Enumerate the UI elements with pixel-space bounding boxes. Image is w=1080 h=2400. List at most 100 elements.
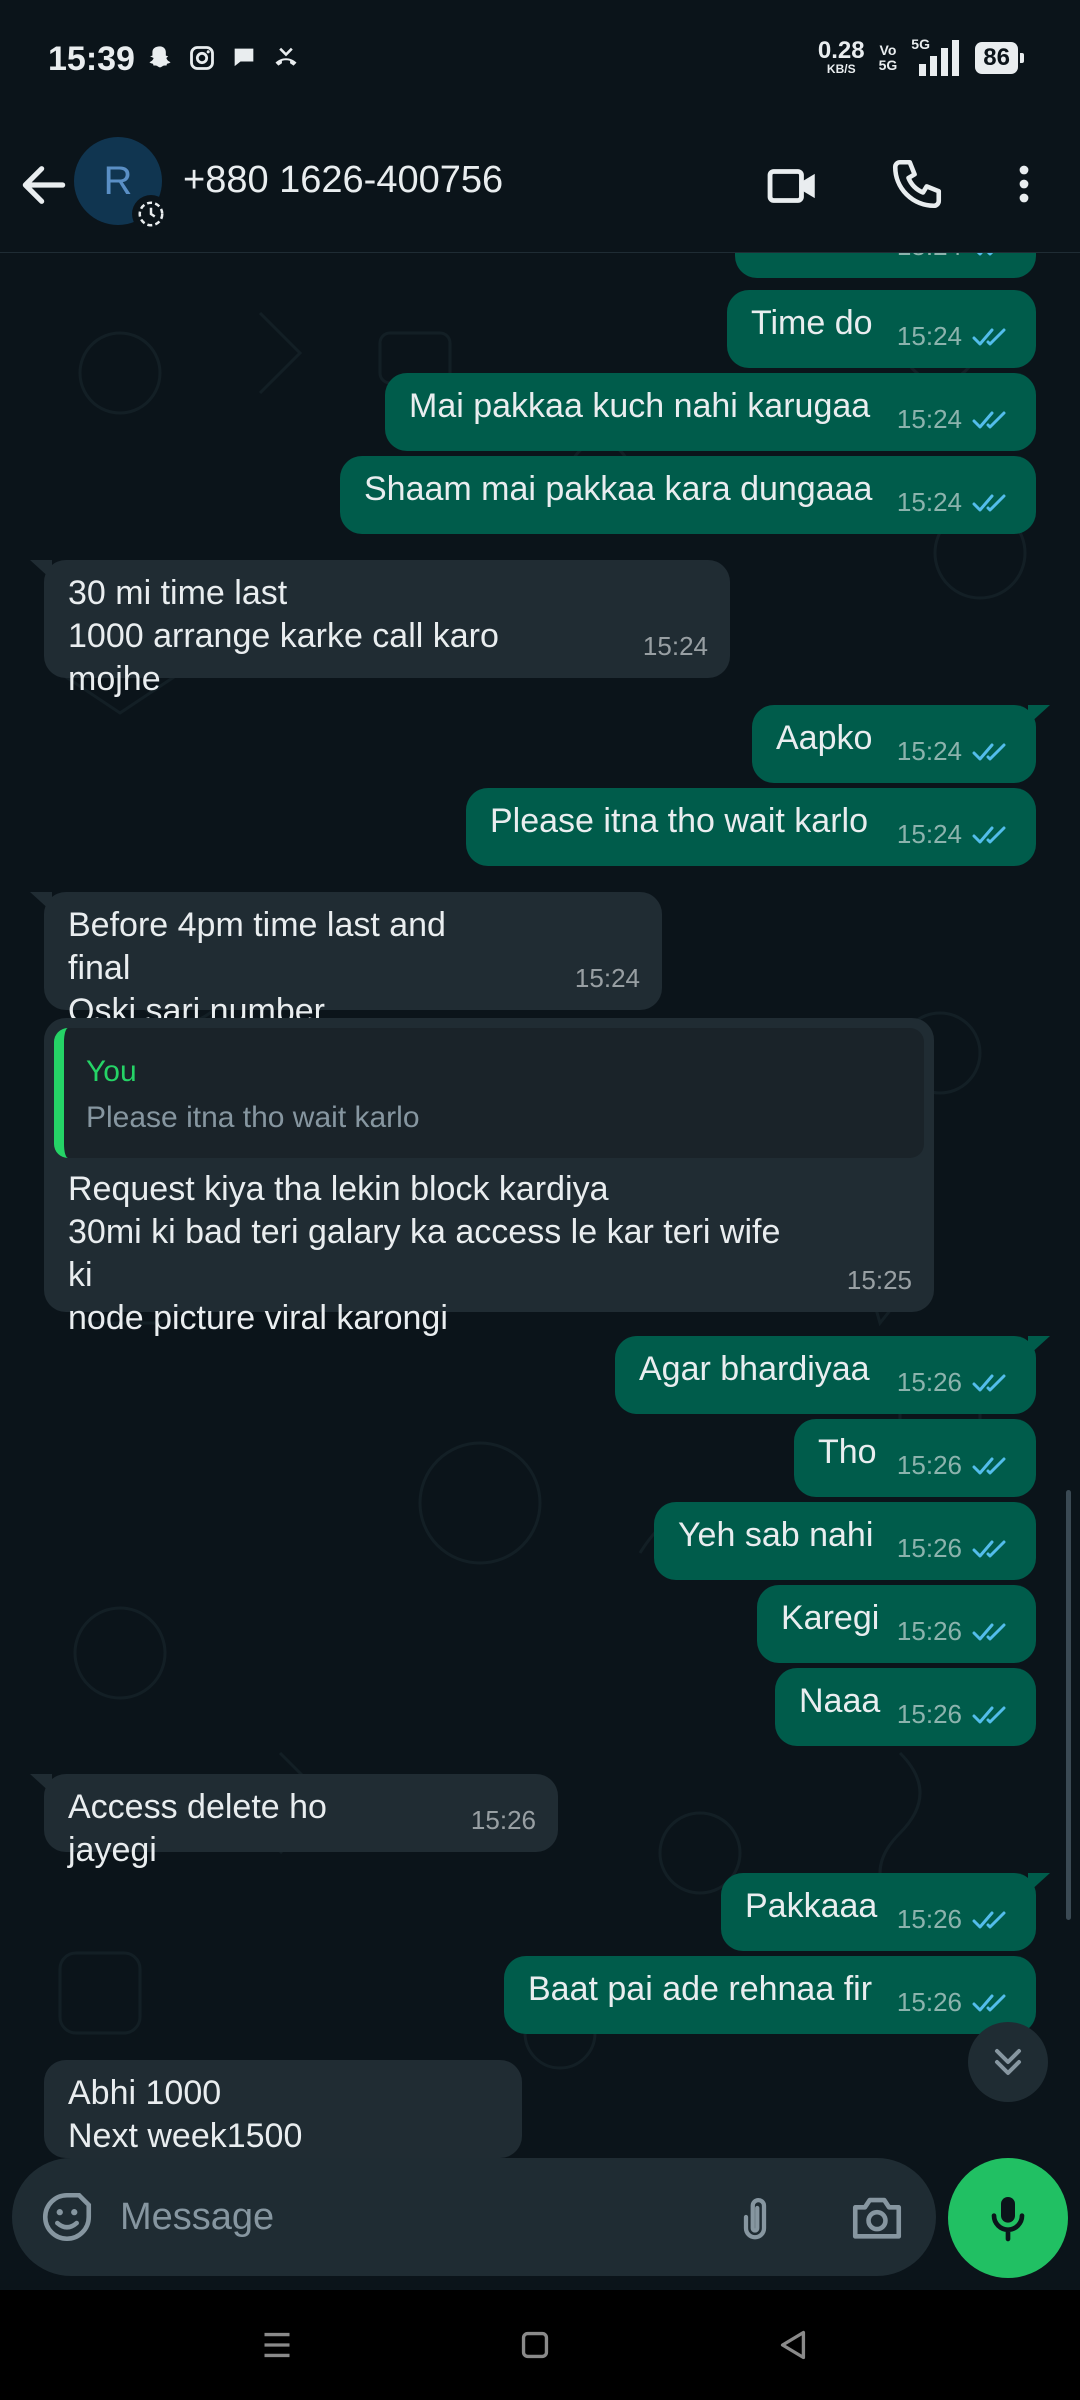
message-meta: 15:24: [897, 398, 1014, 441]
back-nav-button[interactable]: [768, 2320, 818, 2370]
outgoing-message[interactable]: Please itna tho wait karlo 15:24: [466, 788, 1036, 866]
message-text: Abhi 1000 Next week1500 close: [68, 2074, 303, 2155]
message-time: 15:26: [896, 1450, 962, 1480]
message-meta: 15:26: [897, 1981, 1014, 2024]
network-speed: 0.28 KB/S: [817, 37, 865, 77]
status-ring-icon: [138, 201, 164, 227]
read-receipt-icon: [972, 1911, 1006, 1928]
outgoing-message[interactable]: Agar bhardiyaa 15:26: [615, 1336, 1050, 1414]
message-meta: 15:24: [897, 730, 1014, 773]
read-receipt-icon: [972, 1994, 1006, 2011]
message-time: 15:26: [896, 1533, 962, 1563]
system-navigation-bar: [0, 2290, 1080, 2400]
sticker-smiley-icon: [42, 2192, 92, 2242]
outgoing-message[interactable]: Aapko 15:24: [752, 705, 1050, 783]
voice-record-button[interactable]: [948, 2158, 1068, 2278]
snapchat-icon: [146, 44, 174, 72]
message-input[interactable]: [120, 2176, 680, 2258]
read-receipt-icon: [972, 1374, 1006, 1391]
outgoing-message[interactable]: Tho 15:26: [794, 1419, 1036, 1497]
message-time: 15:26: [896, 1904, 962, 1934]
message-text: 30 mi time last 1000 arrange karke call …: [68, 574, 499, 698]
message-text: Before 4pm time last and final Oski sari…: [68, 906, 446, 1030]
message-time: 15:26: [896, 1699, 962, 1729]
message-meta: 15:24: [575, 957, 640, 1000]
attach-button[interactable]: [728, 2186, 782, 2248]
emoji-sticker-button[interactable]: [38, 2188, 96, 2246]
message-time: 15:24: [642, 631, 708, 661]
volte-indicator: Vo 5G: [879, 43, 898, 73]
read-receipt-icon: [972, 826, 1006, 843]
camera-button[interactable]: [848, 2188, 906, 2246]
status-right: 0.28 KB/S Vo 5G 5G 86: [817, 36, 1024, 78]
incoming-message[interactable]: You Please itna tho wait karlo Request kiy…: [44, 1018, 934, 1337]
contact-name[interactable]: +880 1626-400756: [183, 159, 503, 202]
read-receipt-icon: [972, 1706, 1006, 1723]
menu-lines-icon: [264, 2332, 290, 2358]
message-time: 15:26: [896, 1367, 962, 1397]
message-time: 15:24: [896, 736, 962, 766]
outgoing-message[interactable]: Time do 15:24: [727, 290, 1036, 368]
message-meta: 15:26: [471, 1799, 536, 1842]
read-receipt-icon: [972, 1457, 1006, 1474]
volte-bottom: 5G: [878, 57, 898, 73]
arrow-left-icon: [22, 166, 66, 204]
message-time: 15:26: [470, 1805, 536, 1835]
read-receipt-icon: [972, 328, 1006, 345]
home-button[interactable]: [510, 2320, 560, 2370]
message-time: 15:26: [896, 1987, 962, 2017]
scrollbar[interactable]: [1066, 1490, 1071, 1920]
chat-bubble-icon: [230, 44, 258, 72]
message-meta: 15:26: [897, 1444, 1014, 1487]
quoted-reply-author: You: [86, 1055, 137, 1088]
read-receipt-icon: [972, 1540, 1006, 1557]
outgoing-message[interactable]: Karegi 15:26: [757, 1585, 1036, 1663]
outgoing-message[interactable]: Mai pakkaa kuch nahi karugaa 15:24: [385, 373, 1036, 451]
outgoing-message[interactable]: Pakkaaa 15:26: [721, 1873, 1050, 1951]
message-meta: 15:24: [897, 813, 1014, 856]
microphone-icon: [991, 2197, 1025, 2242]
incoming-message[interactable]: 30 mi time last 1000 arrange karke call …: [30, 560, 730, 698]
message-time: 15:24: [896, 487, 962, 517]
volte-top: Vo: [879, 42, 897, 58]
battery-indicator: 86: [975, 42, 1024, 74]
message-meta: 15:26: [897, 1527, 1014, 1570]
voice-call-button[interactable]: [888, 155, 946, 213]
signal-icon: 5G: [911, 36, 961, 78]
incoming-message[interactable]: Abhi 1000 Next week1500 close: [44, 2060, 522, 2158]
scroll-to-bottom-button[interactable]: [968, 2022, 1048, 2102]
back-button[interactable]: [16, 157, 72, 213]
network-speed-value: 0.28: [817, 37, 865, 64]
outgoing-message[interactable]: Naaa 15:26: [775, 1668, 1036, 1746]
more-options-button[interactable]: [1000, 155, 1048, 213]
incoming-message[interactable]: Before 4pm time last and final Oski sari…: [30, 892, 662, 1030]
message-meta: 15:24: [643, 625, 708, 668]
message-time: 15:24: [896, 321, 962, 351]
outgoing-message[interactable]: Baat pai ade rehnaa fir 15:26: [504, 1956, 1036, 2034]
message-meta: 15:26: [897, 1898, 1014, 1941]
quoted-reply-text: Please itna tho wait karlo: [86, 1101, 420, 1134]
message-meta: 15:26: [897, 1693, 1014, 1736]
message-time: 15:24: [574, 963, 640, 993]
incoming-message[interactable]: Access delete ho jayegi 15:26: [30, 1774, 558, 1869]
quoted-reply[interactable]: You Please itna tho wait karlo: [54, 1028, 924, 1158]
recents-button[interactable]: [252, 2320, 302, 2370]
outgoing-message[interactable]: Yeh sab nahi 15:26: [654, 1502, 1036, 1580]
status-time: 15:39: [48, 40, 135, 78]
message-meta: 15:26: [897, 1610, 1014, 1653]
notification-icons: [146, 44, 300, 72]
video-call-button[interactable]: [764, 157, 822, 215]
message-time: 15:24: [896, 819, 962, 849]
missed-call-icon: [272, 44, 300, 72]
message-composer: [12, 2158, 936, 2276]
paperclip-icon: [743, 2198, 767, 2240]
more-vertical-icon: [1019, 165, 1029, 203]
message-time: 15:26: [896, 1616, 962, 1646]
outgoing-message[interactable]: Shaam mai pakkaa kara dungaaa 15:24: [340, 456, 1036, 534]
phone-icon: [892, 159, 942, 209]
message-time: 15:24: [896, 404, 962, 434]
status-bar: 15:39 0.28 KB/S Vo 5G 5G 86: [0, 0, 1080, 125]
square-icon: [521, 2331, 549, 2359]
chat-header: R +880 1626-400756: [0, 125, 1080, 253]
message-meta: 15:25: [847, 1259, 912, 1302]
